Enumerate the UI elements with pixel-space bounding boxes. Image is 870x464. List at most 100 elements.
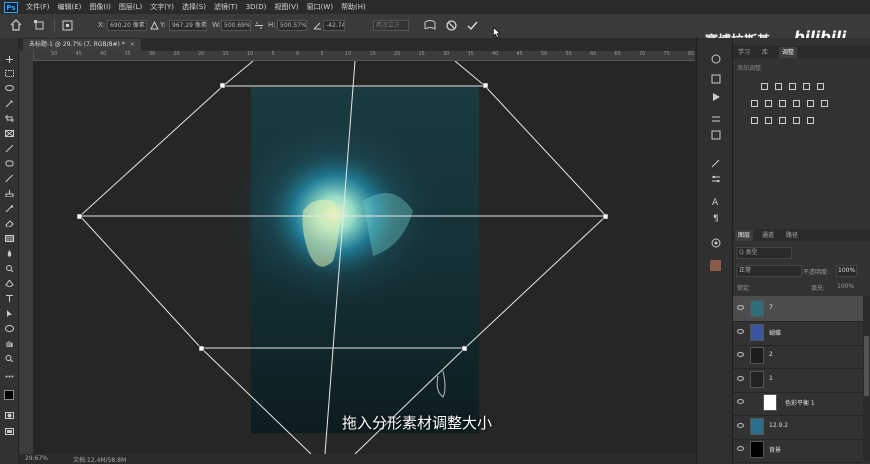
levels-icon[interactable]: [775, 83, 782, 90]
paragraph-panel-icon[interactable]: ¶: [713, 214, 719, 224]
cancel-transform-icon[interactable]: [446, 20, 457, 31]
character-panel-icon[interactable]: A: [712, 198, 718, 208]
home-icon[interactable]: [10, 19, 22, 31]
layer-name[interactable]: 色彩平衡 1: [785, 398, 815, 407]
transform-handle-left[interactable]: [76, 213, 83, 220]
clone-stamp-tool-icon[interactable]: [5, 190, 14, 197]
menu-image[interactable]: 图像(I): [89, 2, 111, 12]
blur-tool-icon[interactable]: [5, 250, 14, 257]
visibility-eye-icon[interactable]: [737, 375, 744, 381]
layer-filter-select[interactable]: Q 类型: [736, 247, 792, 259]
menu-filter[interactable]: 滤镜(T): [214, 2, 238, 12]
commit-transform-icon[interactable]: [467, 20, 478, 31]
color-balance-icon[interactable]: [765, 100, 772, 107]
brush-settings-icon[interactable]: [711, 158, 721, 168]
reference-point-icon[interactable]: [62, 20, 73, 31]
menu-file[interactable]: 文件(F): [26, 2, 50, 12]
menu-edit[interactable]: 编辑(E): [58, 2, 82, 12]
magic-wand-tool-icon[interactable]: [5, 100, 14, 107]
blend-mode-select[interactable]: 正常: [736, 265, 802, 277]
visibility-eye-icon[interactable]: [737, 352, 744, 357]
properties-panel-icon[interactable]: [711, 114, 721, 124]
gradient-tool-icon[interactable]: [5, 235, 14, 242]
color-panel-icon[interactable]: [711, 54, 721, 64]
zoom-tool-icon[interactable]: [5, 355, 14, 362]
warp-mode-icon[interactable]: [424, 19, 436, 32]
black-white-icon[interactable]: [779, 100, 786, 107]
interpolation-select[interactable]: 两次立方: [373, 20, 409, 31]
crop-tool-icon[interactable]: [5, 115, 14, 122]
brush-tool-icon[interactable]: [5, 175, 14, 182]
left-ruler[interactable]: [19, 51, 34, 454]
visibility-eye-icon[interactable]: [737, 399, 744, 404]
frame-tool-icon[interactable]: [5, 130, 14, 137]
more-tools-icon[interactable]: [5, 373, 14, 380]
threshold-icon[interactable]: [779, 117, 786, 124]
layer-row[interactable]: 背景: [733, 437, 863, 463]
gradient-map-icon[interactable]: [793, 117, 800, 124]
zoom-level[interactable]: 29.67%: [25, 455, 48, 462]
layer-row[interactable]: 1: [733, 367, 863, 393]
layer-name[interactable]: 1: [769, 375, 773, 382]
marquee-tool-icon[interactable]: [5, 70, 14, 77]
tab-layers[interactable]: 图层: [735, 230, 754, 241]
layer-name[interactable]: 2: [769, 351, 773, 358]
tab-channels[interactable]: 通道: [759, 230, 777, 241]
history-brush-tool-icon[interactable]: [5, 205, 14, 212]
tab-libraries[interactable]: 库: [759, 47, 771, 58]
transform-handle-bottom-left[interactable]: [198, 345, 205, 352]
tab-adjustments[interactable]: 调整: [779, 47, 798, 58]
visibility-eye-icon[interactable]: [737, 446, 744, 451]
x-position-field[interactable]: 690.20 像素: [107, 20, 147, 31]
selective-color-icon[interactable]: [807, 117, 814, 124]
tab-learn[interactable]: 学习: [735, 47, 753, 58]
link-icon[interactable]: [254, 21, 264, 30]
curves-icon[interactable]: [789, 83, 796, 90]
layer-row[interactable]: 2: [733, 343, 863, 369]
healing-brush-tool-icon[interactable]: [5, 160, 14, 167]
dodge-tool-icon[interactable]: [5, 265, 14, 272]
swatches-panel-icon[interactable]: [711, 74, 721, 84]
transform-handle-bottom-right[interactable]: [461, 345, 468, 352]
move-tool-icon[interactable]: [5, 56, 14, 63]
sliders-icon[interactable]: [711, 174, 721, 184]
exposure-icon[interactable]: [803, 83, 810, 90]
pen-tool-icon[interactable]: [5, 280, 14, 287]
transform-handle-top-left[interactable]: [219, 82, 226, 89]
menu-window[interactable]: 窗口(W): [307, 2, 333, 12]
layer-row[interactable]: 蝴蝶: [733, 320, 863, 346]
fill-value[interactable]: 100%: [837, 283, 854, 290]
channel-mixer-icon[interactable]: [807, 100, 814, 107]
vibrance-icon[interactable]: [817, 83, 824, 90]
layer-row[interactable]: 7: [733, 296, 863, 322]
menu-select[interactable]: 选择(S): [182, 2, 206, 12]
menu-view[interactable]: 视图(V): [274, 2, 298, 12]
close-tab-icon[interactable]: ×: [130, 41, 135, 48]
eraser-tool-icon[interactable]: [5, 220, 14, 227]
path-selection-tool-icon[interactable]: [5, 310, 14, 317]
layer-name[interactable]: 背景: [769, 445, 781, 454]
visibility-eye-icon[interactable]: [737, 328, 744, 334]
layer-name[interactable]: 7: [769, 304, 773, 311]
play-actions-icon[interactable]: [711, 92, 721, 102]
menu-layer[interactable]: 图层(L): [119, 2, 142, 12]
y-position-field[interactable]: 967.29 像素: [169, 20, 207, 31]
layers-scrollbar-thumb[interactable]: [864, 336, 869, 396]
relative-position-icon[interactable]: [150, 21, 159, 30]
transform-handle-right[interactable]: [602, 213, 609, 220]
posterize-icon[interactable]: [765, 117, 772, 124]
screen-mode-icon[interactable]: [5, 428, 14, 435]
eyedropper-tool-icon[interactable]: [5, 145, 14, 152]
3d-panel-icon[interactable]: [711, 238, 721, 248]
glyph-panel-icon[interactable]: [711, 130, 721, 140]
color-lookup-icon[interactable]: [821, 100, 828, 107]
menu-type[interactable]: 文字(Y): [150, 2, 174, 12]
transform-tool-icon[interactable]: [34, 20, 45, 31]
history-panel-icon[interactable]: [710, 260, 721, 271]
menu-help[interactable]: 帮助(H): [341, 2, 366, 12]
tab-paths[interactable]: 路径: [783, 230, 801, 241]
document-tab[interactable]: 未标题-1 @ 29.7% (7, RGB/8#) * ×: [23, 39, 141, 51]
visibility-eye-icon[interactable]: [737, 305, 744, 310]
height-field[interactable]: 500.57%: [277, 20, 307, 31]
hue-saturation-icon[interactable]: [751, 100, 758, 107]
